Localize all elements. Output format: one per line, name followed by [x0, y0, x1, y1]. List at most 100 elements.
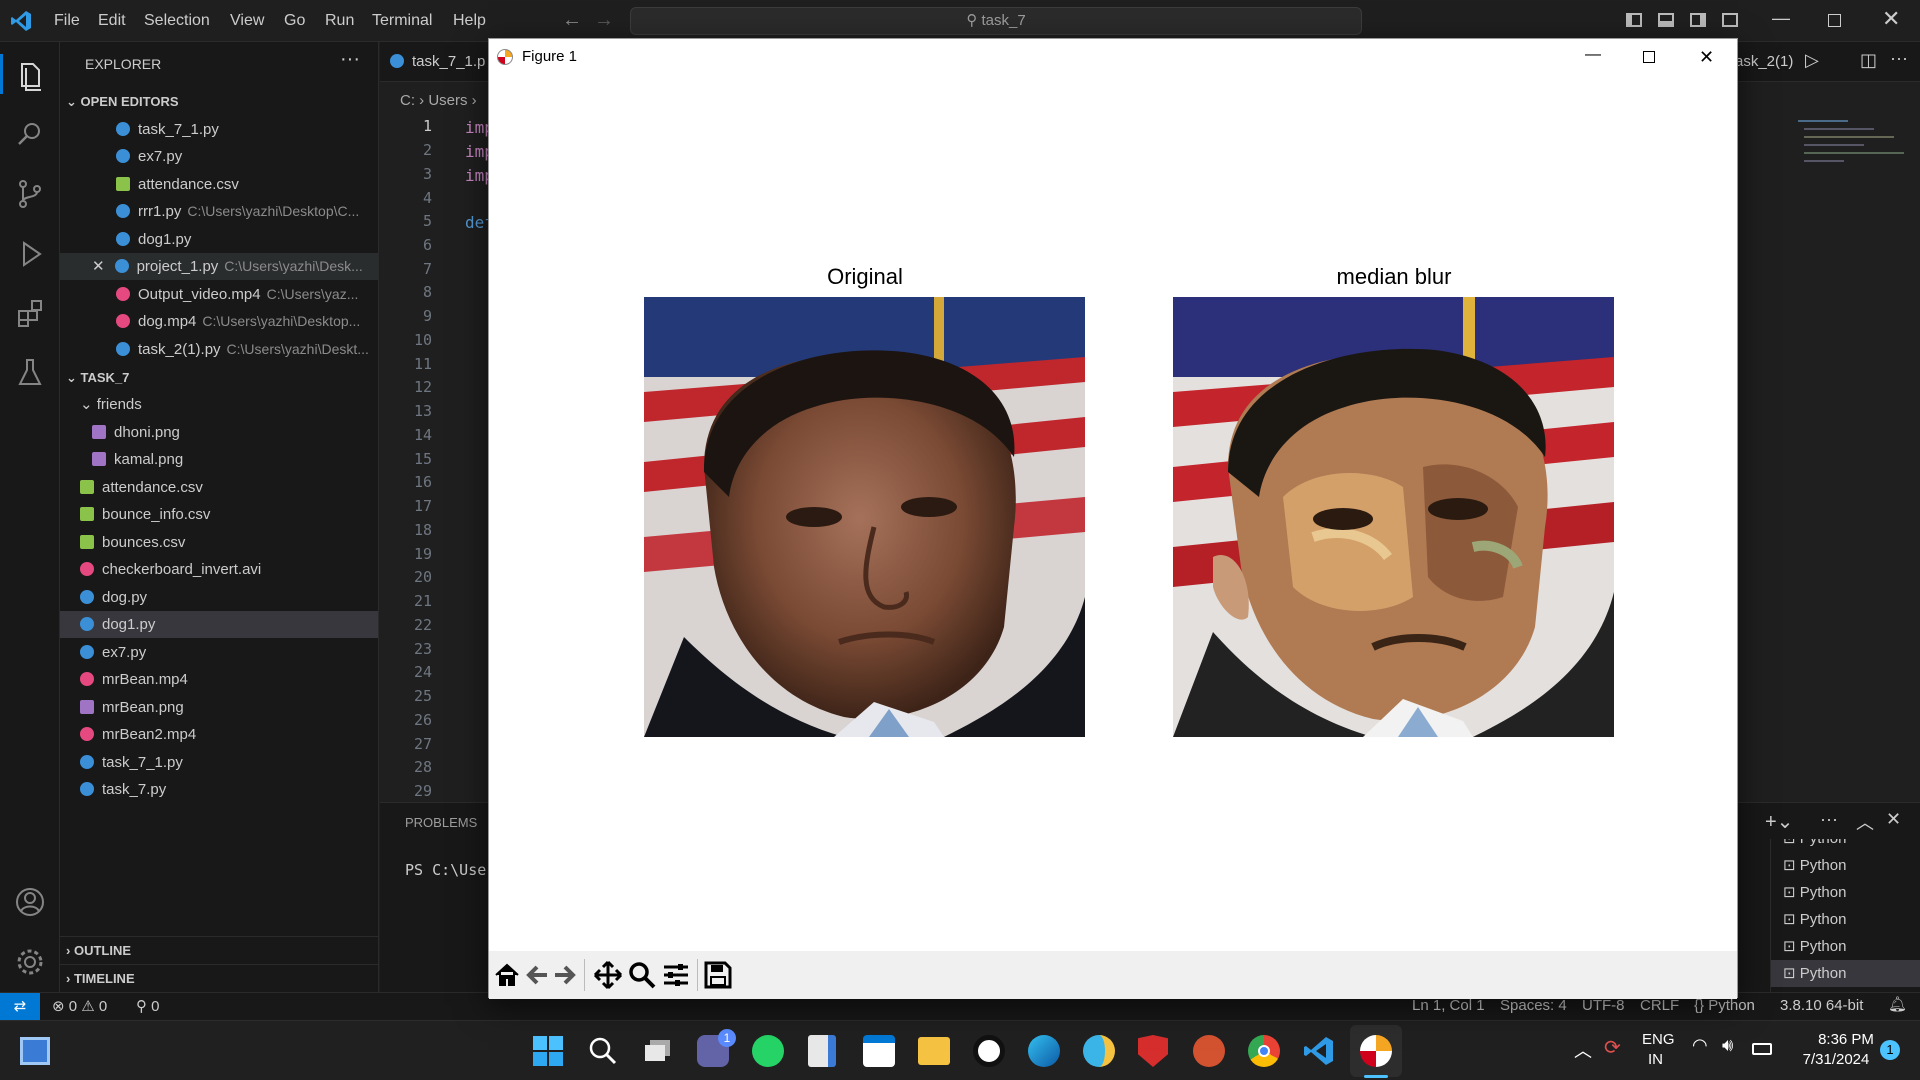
extensions-icon[interactable] [10, 294, 50, 334]
explorer-icon[interactable] [10, 56, 50, 96]
close-panel-icon[interactable]: ✕ [1886, 809, 1901, 830]
microsoft-store-icon[interactable] [863, 1035, 895, 1067]
menu-view[interactable]: View [230, 0, 264, 42]
terminal-list-item[interactable]: ⊡ Python [1771, 933, 1920, 960]
file-item[interactable]: dhoni.png [60, 419, 378, 446]
terminal-list-item-active[interactable]: ⊡ Python [1771, 960, 1920, 987]
terminal-list-item[interactable]: ⊡ Python [1771, 839, 1920, 852]
tab-problems[interactable]: PROBLEMS [405, 815, 477, 830]
file-item[interactable]: bounce_info.csv [60, 501, 378, 528]
file-item[interactable]: mrBean.png [60, 694, 378, 721]
terminal-list-item[interactable]: ⊡ Python [1771, 879, 1920, 906]
search-icon[interactable] [10, 114, 50, 154]
maximize-icon[interactable] [1643, 51, 1655, 63]
menu-edit[interactable]: Edit [98, 0, 126, 42]
open-editor-item[interactable]: task_2(1).py C:\Users\yazhi\Deskt... [60, 336, 378, 363]
editor-tab[interactable]: task_7_1.p [390, 42, 485, 82]
language-mode[interactable]: {} Python [1694, 997, 1755, 1014]
nav-back-icon[interactable]: ← [562, 9, 582, 32]
github-desktop-icon[interactable] [973, 1035, 1005, 1067]
notifications-bell-icon[interactable]: 🔔︎ [1888, 995, 1907, 1013]
input-language[interactable]: ENG [1642, 1031, 1675, 1048]
run-file-icon[interactable]: ▷ [1805, 50, 1819, 71]
windows-start-icon[interactable] [532, 1035, 564, 1067]
open-editor-item[interactable]: Output_video.mp4 C:\Users\yaz... [60, 281, 378, 308]
menu-selection[interactable]: Selection [144, 0, 210, 42]
file-item[interactable]: ex7.py [60, 639, 378, 666]
file-item[interactable]: attendance.csv [60, 474, 378, 501]
encoding[interactable]: UTF-8 [1582, 997, 1625, 1014]
file-item[interactable]: mrBean2.mp4 [60, 721, 378, 748]
testing-icon[interactable] [10, 352, 50, 392]
file-item-selected[interactable]: dog1.py [60, 611, 378, 638]
python-file-app-icon[interactable] [808, 1035, 836, 1067]
python-idle-icon[interactable] [1083, 1035, 1115, 1067]
minimize-icon[interactable]: — [1585, 37, 1601, 73]
close-editor-icon[interactable]: ✕ [92, 258, 105, 275]
toggle-secondary-sidebar-icon[interactable] [1690, 13, 1706, 27]
outline-header[interactable]: › OUTLINE [60, 936, 378, 963]
menu-go[interactable]: Go [284, 0, 305, 42]
run-debug-icon[interactable] [10, 234, 50, 274]
vscode-logo-icon[interactable] [10, 10, 32, 32]
show-hidden-icons[interactable]: ︿ [1574, 1037, 1592, 1063]
battery-icon[interactable] [1752, 1043, 1772, 1055]
terminal-prompt[interactable]: PS C:\Use [405, 861, 486, 879]
breadcrumb-users[interactable]: Users [428, 92, 467, 109]
folder-header[interactable]: ⌄ TASK_7 [60, 364, 378, 391]
menu-terminal[interactable]: Terminal [372, 0, 432, 42]
right-editor-tab[interactable]: ask_2(1) [1735, 53, 1793, 70]
edge-browser-icon[interactable] [1028, 1035, 1060, 1067]
task-view-icon[interactable] [642, 1035, 674, 1067]
python-interpreter[interactable]: 3.8.10 64-bit [1780, 997, 1863, 1014]
original-image[interactable] [644, 297, 1085, 737]
median-blur-image[interactable] [1173, 297, 1614, 737]
mcafee-icon[interactable] [1138, 1035, 1168, 1067]
back-arrow-icon[interactable] [523, 961, 551, 989]
open-editor-item-active[interactable]: ✕ project_1.py C:\Users\yazhi\Desk... [60, 253, 378, 280]
cursor-position[interactable]: Ln 1, Col 1 [1412, 997, 1485, 1014]
widgets-icon[interactable] [20, 1037, 50, 1065]
toggle-panel-icon[interactable] [1658, 13, 1674, 27]
more-actions-icon[interactable]: ··· [1890, 48, 1908, 69]
terminal-list-item[interactable]: ⊡ Python [1771, 852, 1920, 879]
open-editor-item[interactable]: rrr1.py C:\Users\yazhi\Desktop\C... [60, 198, 378, 225]
open-editor-item[interactable]: attendance.csv [60, 171, 378, 198]
open-editor-item[interactable]: dog1.py [60, 226, 378, 253]
timeline-header[interactable]: › TIMELINE [60, 964, 378, 991]
line-ending[interactable]: CRLF [1640, 997, 1679, 1014]
clock-date[interactable]: 7/31/2024 [1796, 1051, 1876, 1068]
folder-item[interactable]: ⌄ friends [60, 391, 378, 418]
remote-indicator-icon[interactable]: ⇄ [0, 993, 40, 1020]
powerpoint-icon[interactable] [1193, 1035, 1225, 1067]
new-terminal-icon[interactable]: +⌄ [1765, 809, 1793, 834]
open-editor-item[interactable]: task_7_1.py [60, 116, 378, 143]
source-control-icon[interactable] [10, 174, 50, 214]
search-icon[interactable] [587, 1035, 619, 1067]
sync-icon[interactable]: ⟳ [1604, 1035, 1621, 1060]
open-editors-header[interactable]: ⌄ OPEN EDITORS [60, 88, 378, 115]
ports-status[interactable]: ⚲ 0 [136, 997, 160, 1015]
breadcrumb-drive[interactable]: C: [400, 92, 415, 109]
minimap[interactable] [1790, 114, 1920, 274]
notification-badge[interactable]: 1 [1880, 1040, 1900, 1060]
home-icon[interactable] [493, 961, 521, 989]
file-item[interactable]: bounces.csv [60, 529, 378, 556]
clock-time[interactable]: 8:36 PM [1806, 1031, 1886, 1048]
open-editor-item[interactable]: dog.mp4 C:\Users\yazhi\Desktop... [60, 308, 378, 335]
nav-forward-icon[interactable]: → [594, 9, 614, 32]
command-center-search[interactable]: ⚲ task_7 [630, 7, 1362, 35]
toggle-sidebar-icon[interactable] [1626, 13, 1642, 27]
file-item[interactable]: checkerboard_invert.avi [60, 556, 378, 583]
file-item[interactable]: task_7.py [60, 776, 378, 803]
forward-arrow-icon[interactable] [551, 961, 579, 989]
close-icon[interactable]: ✕ [1699, 39, 1714, 75]
minimize-icon[interactable]: — [1772, 8, 1790, 29]
account-icon[interactable] [10, 882, 50, 922]
vscode-taskbar-icon[interactable] [1303, 1035, 1335, 1067]
terminal-list-item[interactable]: ⊡ Python [1771, 906, 1920, 933]
file-item[interactable]: task_7_1.py [60, 749, 378, 776]
menu-help[interactable]: Help [453, 0, 486, 42]
menu-file[interactable]: File [54, 0, 80, 42]
volume-icon[interactable]: 🔊︎ [1722, 1035, 1733, 1056]
